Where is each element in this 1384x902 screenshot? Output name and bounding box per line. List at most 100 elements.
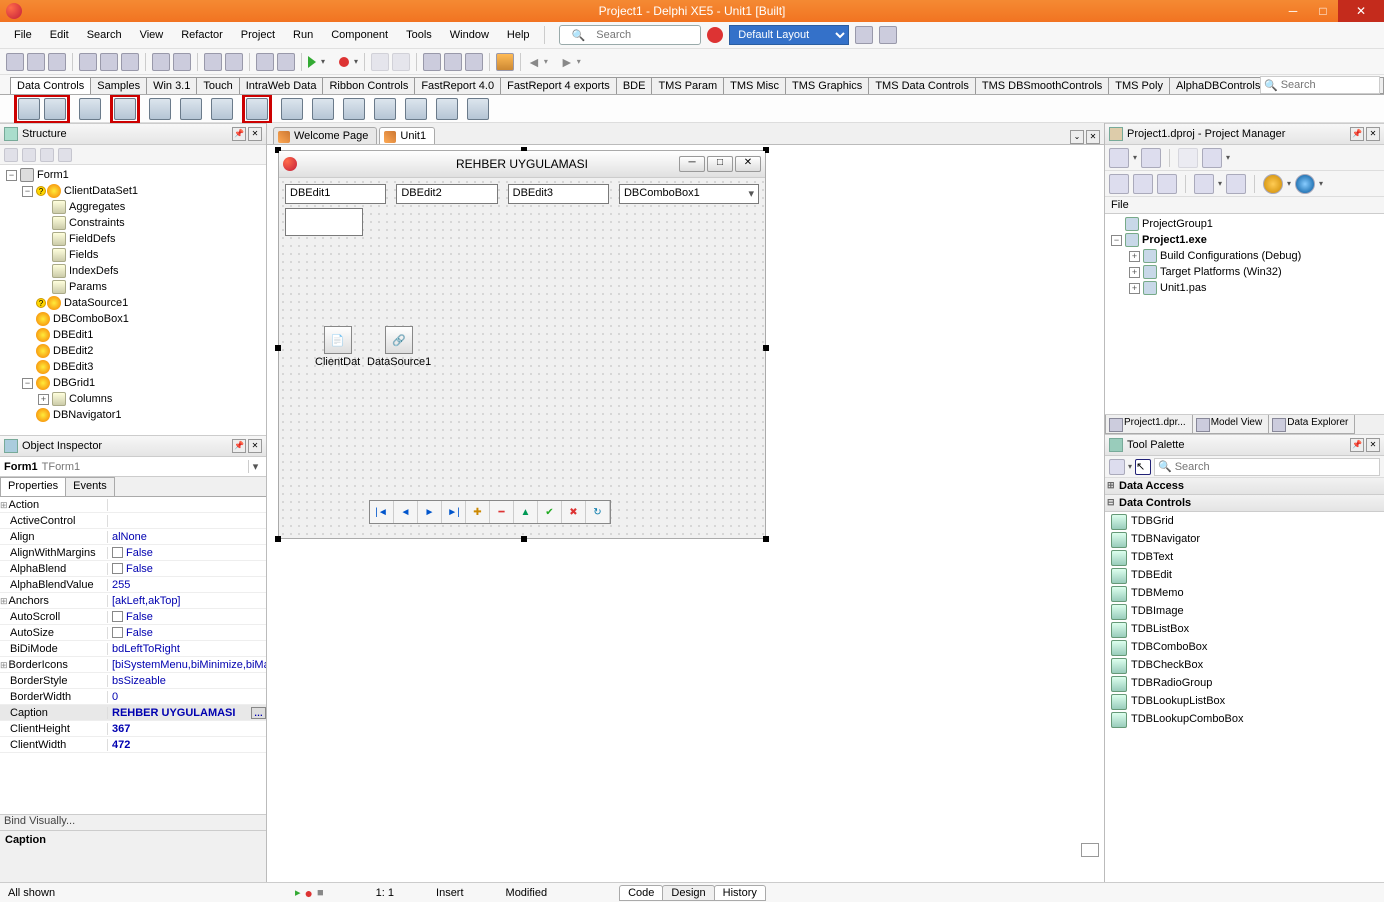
open-icon[interactable] <box>27 53 45 71</box>
palette-tab-tmsdata[interactable]: TMS Data Controls <box>868 77 976 94</box>
fwd-drop-icon[interactable]: ▾ <box>577 57 581 66</box>
menu-view[interactable]: View <box>132 26 172 44</box>
dbedit1[interactable]: DBEdit1 <box>285 184 386 204</box>
property-row[interactable]: AutoSizeFalse <box>0 625 266 641</box>
palette-tab-alpha[interactable]: AlphaDBControls <box>1169 77 1267 94</box>
tp-cat-icon[interactable] <box>1109 459 1125 475</box>
maximize-button[interactable]: □ <box>1308 0 1338 22</box>
palette-tab-tmsmisc[interactable]: TMS Misc <box>723 77 786 94</box>
minimize-button[interactable]: ─ <box>1278 0 1308 22</box>
datasource-component[interactable]: 🔗 DataSource1 <box>367 326 431 368</box>
project-node[interactable]: ProjectGroup1 <box>1107 216 1382 232</box>
structure-node[interactable]: DBComboBox1 <box>2 311 264 327</box>
new-icon[interactable] <box>6 53 24 71</box>
dbtext-icon[interactable] <box>79 98 101 120</box>
palette-item[interactable]: TDBCheckBox <box>1105 656 1384 674</box>
tp-drop-icon[interactable]: ▾ <box>1128 462 1132 471</box>
debug-dropdown-icon[interactable]: ▾ <box>354 57 358 66</box>
dblookupcombo-icon[interactable] <box>374 98 396 120</box>
property-value[interactable]: False <box>108 627 266 639</box>
pm-icon3[interactable] <box>1178 148 1198 168</box>
property-value[interactable]: False <box>108 547 266 559</box>
tp-pointer-icon[interactable]: ↖ <box>1135 459 1151 475</box>
pm-tab-data[interactable]: Data Explorer <box>1268 415 1355 434</box>
property-row[interactable]: AlignWithMarginsFalse <box>0 545 266 561</box>
dbedit2[interactable]: DBEdit2 <box>396 184 497 204</box>
property-value[interactable]: 367 <box>108 723 266 735</box>
close-panel-icon[interactable]: ✕ <box>248 127 262 141</box>
chevron-down-icon[interactable]: ▾ <box>248 460 262 473</box>
tool-icon-3[interactable] <box>100 53 118 71</box>
struct-tool1-icon[interactable] <box>4 148 18 162</box>
back-drop-icon[interactable]: ▾ <box>544 57 548 66</box>
structure-node[interactable]: DBEdit1 <box>2 327 264 343</box>
project-node[interactable]: +Target Platforms (Win32) <box>1107 264 1382 280</box>
project-tree[interactable]: ProjectGroup1−Project1.exe+Build Configu… <box>1105 214 1384 414</box>
menu-window[interactable]: Window <box>442 26 497 44</box>
back-icon[interactable]: ◄ <box>527 54 541 70</box>
nav-delete-icon[interactable]: ━ <box>490 501 514 523</box>
run-dropdown-icon[interactable]: ▾ <box>321 57 325 66</box>
structure-node[interactable]: IndexDefs <box>2 263 264 279</box>
tree-toggle-icon[interactable]: + <box>38 394 49 405</box>
palette-item[interactable]: TDBRadioGroup <box>1105 674 1384 692</box>
save-icon[interactable] <box>152 53 170 71</box>
pm-sort-icon[interactable] <box>1226 174 1246 194</box>
palette-item[interactable]: TDBEdit <box>1105 566 1384 584</box>
property-value[interactable]: alNone <box>108 531 266 543</box>
structure-node[interactable]: Aggregates <box>2 199 264 215</box>
ide-search-input[interactable] <box>596 29 696 41</box>
pin-icon[interactable]: 📌 <box>232 439 246 453</box>
menu-file[interactable]: File <box>6 26 40 44</box>
structure-node[interactable]: DBEdit3 <box>2 359 264 375</box>
property-row[interactable]: ClientWidth472 <box>0 737 266 753</box>
structure-node[interactable]: Constraints <box>2 215 264 231</box>
stop-icon[interactable] <box>707 27 723 43</box>
palette-tab-win31[interactable]: Win 3.1 <box>146 77 197 94</box>
tab-welcome[interactable]: Welcome Page <box>273 127 377 144</box>
nav-post-icon[interactable]: ✔ <box>538 501 562 523</box>
palette-tab-tmsparam[interactable]: TMS Param <box>651 77 724 94</box>
pm-new-icon[interactable] <box>1109 148 1129 168</box>
property-value[interactable]: bsSizeable <box>108 675 266 687</box>
tool-icon-2[interactable] <box>79 53 97 71</box>
tree-toggle-icon[interactable]: − <box>1111 235 1122 246</box>
palette-tab-bde[interactable]: BDE <box>616 77 653 94</box>
struct-tool4-icon[interactable] <box>58 148 72 162</box>
stop-status-icon[interactable]: ■ <box>317 887 324 899</box>
nav-prev-icon[interactable]: ◄ <box>394 501 418 523</box>
tree-toggle-icon[interactable]: − <box>22 378 33 389</box>
palette-tab-tmssmooth[interactable]: TMS DBSmoothControls <box>975 77 1109 94</box>
form-body[interactable]: DBEdit1 DBEdit2 DBEdit3 DBComboBox1 📄 Cl… <box>279 178 765 538</box>
clientdataset-component[interactable]: 📄 ClientDat <box>315 326 360 368</box>
palette-item[interactable]: TDBLookupComboBox <box>1105 710 1384 728</box>
project-node[interactable]: −Project1.exe <box>1107 232 1382 248</box>
checkbox-icon[interactable] <box>112 547 123 558</box>
sb-tab-code[interactable]: Code <box>619 885 663 901</box>
dbedit3[interactable]: DBEdit3 <box>508 184 609 204</box>
palette-item[interactable]: TDBListBox <box>1105 620 1384 638</box>
pm-remove-icon[interactable] <box>1141 148 1161 168</box>
dbgrid1[interactable] <box>285 208 363 236</box>
palette-item[interactable]: TDBGrid <box>1105 512 1384 530</box>
close-panel-icon[interactable]: ✕ <box>1366 438 1380 452</box>
tool-icon-4[interactable] <box>121 53 139 71</box>
tab-expand-icon[interactable]: ⌄ <box>1070 130 1084 144</box>
structure-node[interactable]: −DBGrid1 <box>2 375 264 391</box>
dbnav-icon[interactable] <box>44 98 66 120</box>
tab-close-icon[interactable]: ✕ <box>1086 130 1100 144</box>
palette-tab-touch[interactable]: Touch <box>196 77 239 94</box>
structure-node[interactable]: Fields <box>2 247 264 263</box>
layout-select[interactable]: Default Layout <box>729 25 849 45</box>
palette-tab-frexports[interactable]: FastReport 4 exports <box>500 77 617 94</box>
dbimage-icon[interactable] <box>180 98 202 120</box>
property-row[interactable]: BorderIcons[biSystemMenu,biMinimize,biMa… <box>0 657 266 673</box>
property-row[interactable]: AlphaBlendFalse <box>0 561 266 577</box>
property-row[interactable]: ActiveControl <box>0 513 266 529</box>
structure-node[interactable]: DBNavigator1 <box>2 407 264 423</box>
dbcombobox1[interactable]: DBComboBox1 <box>619 184 759 204</box>
dblookuplist-icon[interactable] <box>343 98 365 120</box>
record-icon[interactable]: ● <box>305 885 313 901</box>
pin-icon[interactable]: 📌 <box>232 127 246 141</box>
nav-next-icon[interactable]: ► <box>418 501 442 523</box>
